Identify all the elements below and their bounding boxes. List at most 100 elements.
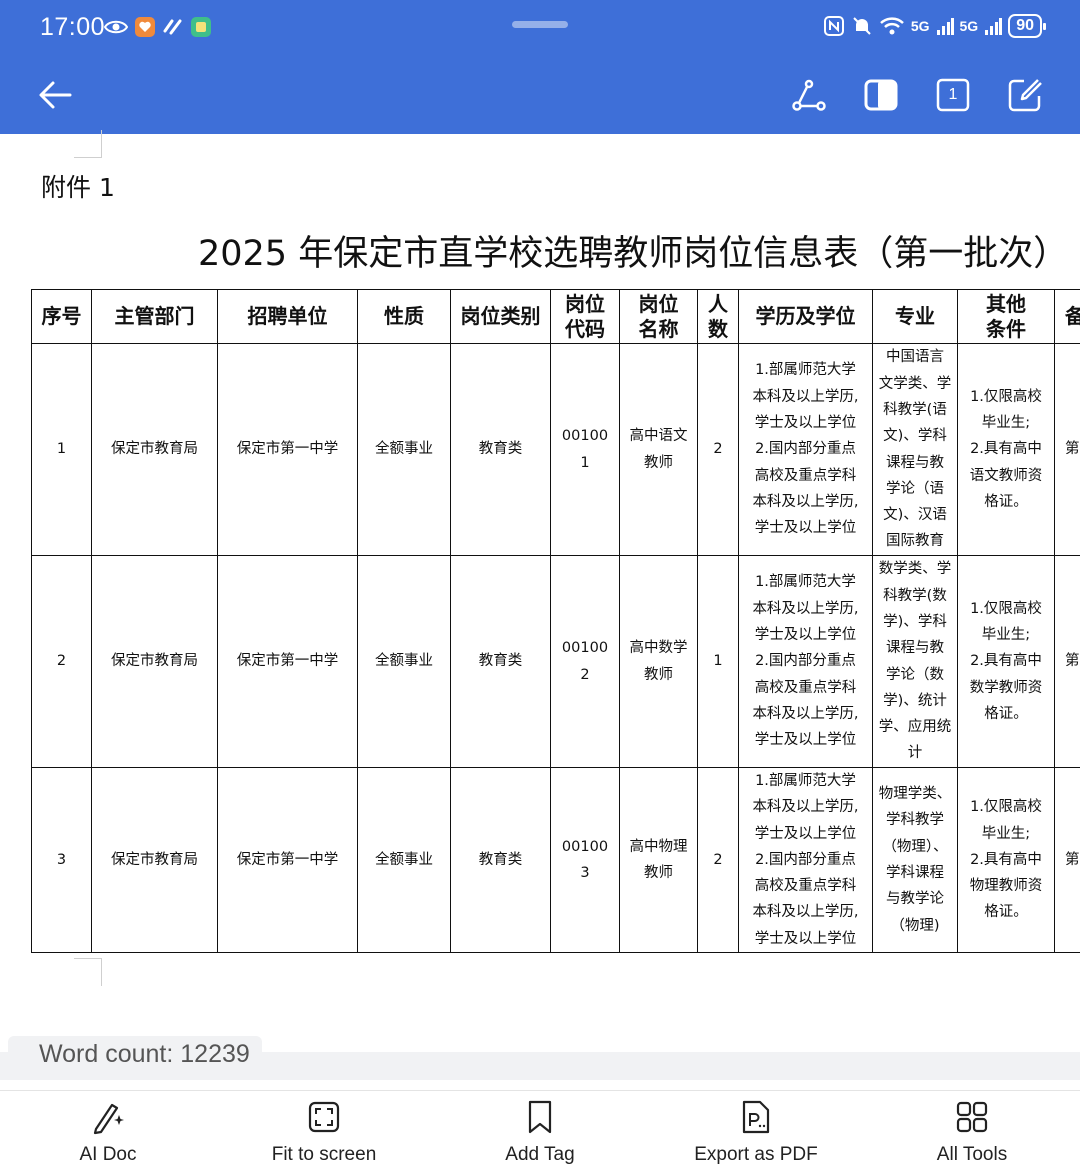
cell-education-line: 高校及重点学科 <box>754 878 857 895</box>
cell-name-line: 教师 <box>644 865 673 882</box>
cell-education-line: 1.部属师范大学 <box>755 362 856 379</box>
cell-other-line: 1.仅限高校 <box>970 799 1042 816</box>
cell-education-line: 学士及以上学位 <box>754 732 857 749</box>
header-seq: 序号 <box>31 289 92 344</box>
cell-major-line: 学科教学 <box>886 812 944 829</box>
export-pdf-button[interactable]: Export as PDF <box>656 1091 856 1174</box>
cell-unit: 保定市第一中学 <box>217 766 358 954</box>
drag-handle[interactable] <box>512 21 568 28</box>
cell-major-line: 学)、统计 <box>883 692 947 709</box>
cell-education: 1.部属师范大学 本科及以上学历, 学士及以上学位 2.国内部分重点 高校及重点学科 本科… <box>738 766 873 954</box>
mute-icon <box>853 17 871 35</box>
header-code: 岗位 代码 <box>550 289 620 344</box>
cell-other-line: 毕业生; <box>981 415 1031 432</box>
add-tag-button[interactable]: Add Tag <box>440 1091 640 1174</box>
nfc-icon <box>823 16 844 36</box>
cell-other-line: 格证。 <box>984 705 1028 722</box>
cell-name-line: 教师 <box>644 666 673 683</box>
route-icon <box>792 79 826 111</box>
cell-name-line: 高中语文 <box>629 428 688 445</box>
cell-name: 高中数学 教师 <box>619 555 698 768</box>
header-education: 学历及学位 <box>738 289 873 344</box>
cell-count: 1 <box>697 555 739 768</box>
cell-education-line: 学士及以上学位 <box>754 627 857 644</box>
cell-education-line: 2.国内部分重点 <box>755 441 856 458</box>
cell-dept: 保定市教育局 <box>91 555 218 768</box>
cell-major-line: 计 <box>907 745 923 762</box>
ai-doc-button[interactable]: AI Doc <box>8 1091 208 1174</box>
header-name: 岗位 名称 <box>619 289 698 344</box>
cell-category: 教育类 <box>450 555 551 768</box>
page-corner-mark <box>74 958 102 986</box>
cell-major-line: 课程与教 <box>886 454 944 471</box>
cell-dept: 保定市教育局 <box>91 766 218 954</box>
cell-code: 00100 2 <box>550 555 620 768</box>
cell-name: 高中物理 教师 <box>619 766 698 954</box>
header-count: 人数 <box>697 289 739 344</box>
cell-unit: 保定市第一中学 <box>217 343 358 556</box>
cell-major-line: 物理学类、 <box>878 786 952 803</box>
cell-seq: 3 <box>31 766 92 954</box>
back-button[interactable] <box>30 70 80 120</box>
app-bar: 1 <box>0 56 1080 134</box>
all-tools-button[interactable]: All Tools <box>872 1091 1072 1174</box>
page-indicator-button[interactable]: 1 <box>928 70 978 120</box>
cell-major: 中国语言 文学类、学 科教学(语 文)、学科 课程与教 学论（语 文)、汉语 国际教育 <box>872 343 958 556</box>
network-label-2: 5G <box>959 18 979 34</box>
cell-major-line: 学科课程 <box>886 865 944 882</box>
cell-major-line: 文)、汉语 <box>883 507 947 524</box>
header-unit: 招聘单位 <box>217 289 358 344</box>
cell-remark-partial: 第 <box>1054 343 1080 556</box>
word-count: Word count: 12239 <box>8 1036 262 1072</box>
cell-dept: 保定市教育局 <box>91 343 218 556</box>
header-dept: 主管部门 <box>91 289 218 344</box>
cell-education-line: 高校及重点学科 <box>754 679 857 696</box>
app-heart-icon <box>135 17 155 37</box>
header-nature: 性质 <box>357 289 451 344</box>
cell-major-line: 科教学(语 <box>883 401 947 418</box>
cell-major-line: 国际教育 <box>886 533 944 550</box>
edit-button[interactable] <box>1000 70 1050 120</box>
cell-other-line: 格证。 <box>984 904 1028 921</box>
cell-seq: 1 <box>31 343 92 556</box>
cell-seq: 2 <box>31 555 92 768</box>
cell-education-line: 高校及重点学科 <box>754 467 857 484</box>
edit-icon <box>1008 79 1042 112</box>
table-header-row: 序号 主管部门 招聘单位 性质 岗位类别 岗位 代码 岗位 名称 人数 学历及学位 … <box>31 289 1080 344</box>
table-row: 2 保定市教育局 保定市第一中学 全额事业 教育类 00100 2 高中数学 教师 1 1.部属师范… <box>31 555 1080 768</box>
fit-screen-icon <box>306 1099 342 1135</box>
table-row: 3 保定市教育局 保定市第一中学 全额事业 教育类 00100 3 高中物理 教师 2 1.部属师范… <box>31 766 1080 954</box>
cell-nature: 全额事业 <box>357 766 451 954</box>
cell-major-line: 数学类、学 <box>878 561 952 578</box>
status-right-icons: 5G 5G 90 <box>823 14 1046 38</box>
reading-mode-button[interactable] <box>856 70 906 120</box>
reading-mode-icon <box>864 79 898 111</box>
positions-table: 序号 主管部门 招聘单位 性质 岗位类别 岗位 代码 岗位 名称 人数 学历及学位 … <box>31 289 1080 954</box>
arrow-left-icon <box>39 81 72 109</box>
cell-major-line: 学论（语 <box>886 480 944 497</box>
app-green-icon <box>191 17 211 37</box>
battery-level: 90 <box>1008 14 1046 38</box>
cell-code-line: 00100 <box>561 838 609 855</box>
cell-education-line: 本科及以上学历, <box>752 799 859 816</box>
top-bar: 17:00 5G 5G 90 1 <box>0 0 1080 134</box>
cell-code-line: 3 <box>580 865 590 882</box>
cell-other: 1.仅限高校 毕业生; 2.具有高中 数学教师资 格证。 <box>957 555 1055 768</box>
route-button[interactable] <box>784 70 834 120</box>
cell-nature: 全额事业 <box>357 343 451 556</box>
cell-nature: 全额事业 <box>357 555 451 768</box>
header-category: 岗位类别 <box>450 289 551 344</box>
fit-screen-button[interactable]: Fit to screen <box>224 1091 424 1174</box>
cell-education-line: 本科及以上学历, <box>752 904 859 921</box>
cell-education-line: 学士及以上学位 <box>754 825 857 842</box>
cell-other-line: 2.具有高中 <box>970 851 1042 868</box>
cell-education-line: 2.国内部分重点 <box>755 851 856 868</box>
cell-other-line: 数学教师资 <box>969 679 1043 696</box>
cell-code-line: 00100 <box>561 428 609 445</box>
cell-remark-partial: 第 <box>1054 555 1080 768</box>
cell-education-line: 学士及以上学位 <box>754 930 857 947</box>
cell-category: 教育类 <box>450 343 551 556</box>
cell-education-line: 2.国内部分重点 <box>755 653 856 670</box>
table-row: 1 保定市教育局 保定市第一中学 全额事业 教育类 00100 1 高中语文 教师 2 1.部属师范… <box>31 343 1080 556</box>
cell-education-line: 本科及以上学历, <box>752 388 859 405</box>
